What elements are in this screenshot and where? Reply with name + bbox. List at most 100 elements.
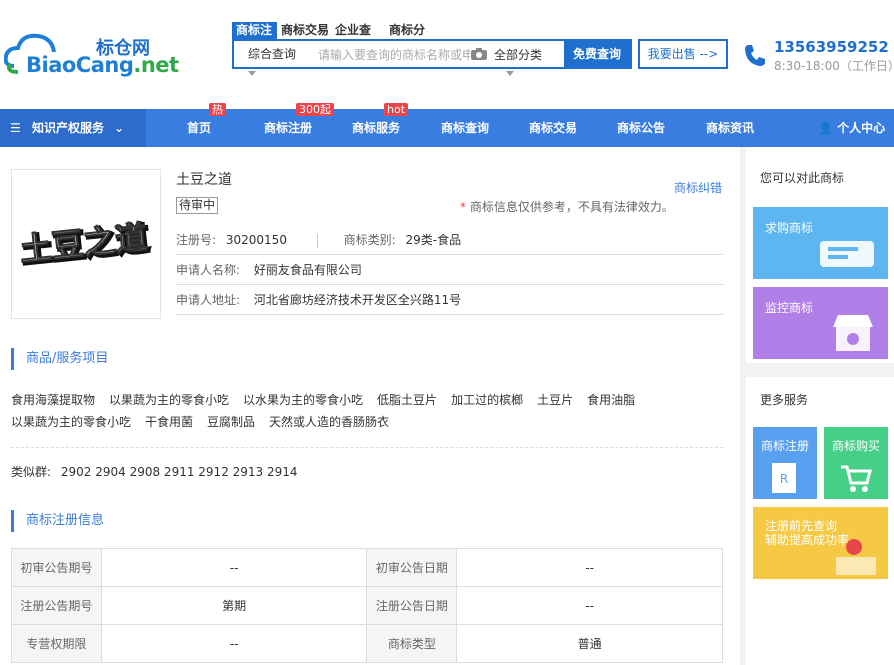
nav-services[interactable]: 商标服务 hot bbox=[352, 103, 409, 147]
document-icon: R bbox=[772, 463, 796, 493]
nav-register[interactable]: 商标注册 300起 bbox=[264, 103, 334, 147]
nav-services-label: 商标服务 bbox=[352, 121, 401, 135]
table-row: 注册公告期号 第期 注册公告日期 -- bbox=[11, 586, 723, 625]
user-center-link[interactable]: 👤 个人中心 bbox=[818, 109, 885, 147]
category-caret-icon bbox=[506, 71, 514, 76]
table-row: 专营权期限 -- 商标类型 普通 bbox=[11, 624, 723, 663]
class-label: 商标类别: bbox=[343, 233, 396, 247]
banner-line1: 注册前先查询 bbox=[765, 519, 838, 533]
phone-number: 13563959252 bbox=[774, 38, 889, 56]
header: 标仓网 BiaoCang.net 商标注 商标交易 企业查 商标分 综合查询 请… bbox=[0, 0, 894, 108]
service-register-card[interactable]: 商标注册 R bbox=[753, 427, 817, 499]
status-badge: 待审中 bbox=[176, 197, 219, 214]
service-register-label: 商标注册 bbox=[760, 439, 809, 453]
goods-item: 天然或人造的香肠肠衣 bbox=[269, 415, 390, 429]
sidebar: 您可以对此商标 求购商标 监控商标 更多服务 商标注册 R 商标购买 注册前先查… bbox=[740, 147, 894, 665]
nav-home[interactable]: 首页 热 bbox=[187, 103, 226, 147]
search-tabs: 商标注 商标交易 企业查 商标分 bbox=[232, 22, 439, 39]
svg-text:土豆之道: 土豆之道 bbox=[18, 218, 149, 269]
table-key: 商标类型 bbox=[366, 624, 458, 663]
trademark-correction-link[interactable]: 商标纠错 bbox=[674, 179, 722, 196]
address-value: 河北省廊坊经济技术开发区全兴路11号 bbox=[253, 293, 462, 307]
sell-button[interactable]: 我要出售 --> bbox=[638, 39, 728, 69]
free-search-button[interactable]: 免费查询 bbox=[564, 41, 630, 67]
goods-item: 豆腐制品 bbox=[207, 415, 256, 429]
ip-services-label: 知识产权服务 bbox=[32, 121, 105, 135]
query-first-banner[interactable]: 注册前先查询 辅助提高成功率 bbox=[753, 507, 888, 579]
price-badge: 300起 bbox=[296, 103, 334, 116]
goods-item: 加工过的槟榔 bbox=[451, 393, 524, 407]
hot-badge: 热 bbox=[209, 103, 226, 116]
goods-item: 土豆片 bbox=[537, 393, 574, 407]
search-tab-company[interactable]: 企业查 bbox=[331, 22, 385, 39]
applicant-value: 好丽友食品有限公司 bbox=[253, 263, 362, 277]
chevron-down-icon: ⌄ bbox=[114, 121, 125, 135]
search-type-select[interactable]: 综合查询 bbox=[234, 41, 310, 67]
applicant-label: 申请人名称: bbox=[176, 263, 241, 277]
table-value: 第期 bbox=[100, 586, 368, 625]
search-tab-register[interactable]: 商标注 bbox=[232, 22, 277, 39]
info-row-address: 申请人地址: 河北省廊坊经济技术开发区全兴路11号 bbox=[176, 285, 723, 315]
address-label: 申请人地址: bbox=[176, 293, 241, 307]
user-center-label: 个人中心 bbox=[837, 121, 886, 135]
user-icon: 👤 bbox=[818, 121, 833, 135]
goods-section-title: 商品/服务项目 bbox=[11, 348, 108, 370]
asterisk-icon: * bbox=[460, 200, 466, 214]
reg-section-title: 商标注册信息 bbox=[11, 510, 104, 532]
reg-no-value: 30200150 bbox=[225, 233, 287, 247]
search-input[interactable]: 请输入要查询的商标名称或申 bbox=[310, 46, 470, 63]
type-caret-icon bbox=[248, 71, 256, 76]
site-logo[interactable]: 标仓网 BiaoCang.net bbox=[4, 22, 179, 84]
nav-announcement[interactable]: 商标公告 bbox=[617, 109, 665, 147]
trademark-name: 土豆之道 bbox=[176, 172, 232, 188]
logo-en-text: BiaoCang.net bbox=[26, 53, 179, 77]
goods-item: 食用海藻提取物 bbox=[11, 393, 96, 407]
main-content: 土豆之道 土豆之道 土豆之道 待审中 商标纠错 * 商标信息仅供参考，不具有法律… bbox=[0, 147, 740, 665]
svg-text:R: R bbox=[780, 472, 788, 486]
table-key: 初审公告期号 bbox=[11, 548, 102, 587]
table-key: 初审公告日期 bbox=[366, 548, 458, 587]
search-tab-trade[interactable]: 商标交易 bbox=[277, 22, 331, 39]
menu-icon: ☰ bbox=[10, 121, 21, 135]
hot-badge: hot bbox=[384, 103, 409, 116]
cart-icon bbox=[841, 465, 872, 492]
category-select[interactable]: 全部分类 bbox=[494, 46, 564, 63]
class-value: 29类-食品 bbox=[405, 233, 462, 247]
search-box: 综合查询 请输入要查询的商标名称或申 全部分类 免费查询 bbox=[232, 39, 632, 69]
actions-title: 您可以对此商标 bbox=[760, 171, 845, 185]
similar-label: 类似群: bbox=[11, 465, 52, 479]
main-nav: ☰ 知识产权服务 ⌄ 首页热 商标注册 300起 商标服务 hot 商标查询 商标交易 … bbox=[0, 103, 894, 147]
more-services-title: 更多服务 bbox=[760, 393, 809, 407]
goods-item: 低脂土豆片 bbox=[377, 393, 438, 407]
trademark-logo-image: 土豆之道 土豆之道 bbox=[17, 217, 152, 272]
nav-query[interactable]: 商标查询 bbox=[441, 109, 489, 147]
search-tab-category[interactable]: 商标分 bbox=[385, 22, 439, 39]
divider bbox=[11, 447, 723, 448]
camera-icon[interactable] bbox=[470, 47, 488, 61]
table-key: 专营权期限 bbox=[11, 624, 102, 663]
nav-trade[interactable]: 商标交易 bbox=[529, 109, 577, 147]
info-row-reg: 注册号: 30200150 商标类别: 29类-食品 bbox=[176, 225, 723, 255]
shop-icon bbox=[833, 315, 873, 351]
monitor-trademark-card[interactable]: 监控商标 bbox=[753, 287, 888, 359]
logo-en-suffix: .net bbox=[133, 53, 179, 77]
service-hours: 8:30-18:00（工作日） bbox=[774, 59, 894, 73]
handshake-icon bbox=[820, 241, 874, 267]
service-buy-card[interactable]: 商标购买 bbox=[824, 427, 888, 499]
table-value: -- bbox=[100, 624, 368, 663]
goods-item: 以果蔬为主的零食小吃 bbox=[109, 393, 230, 407]
buy-trademark-card[interactable]: 求购商标 bbox=[753, 207, 888, 279]
table-row: 初审公告期号 -- 初审公告日期 -- bbox=[11, 548, 723, 587]
table-value: -- bbox=[456, 548, 723, 587]
nav-register-label: 商标注册 bbox=[264, 121, 313, 135]
table-value: -- bbox=[456, 586, 723, 625]
goods-list: 食用海藻提取物 以果蔬为主的零食小吃 以水果为主的零食小吃 低脂土豆片 加工过的槟榔 土豆… bbox=[11, 389, 723, 433]
ip-services-menu[interactable]: ☰ 知识产权服务 ⌄ bbox=[0, 109, 146, 147]
table-key: 注册公告期号 bbox=[11, 586, 102, 625]
similar-groups: 类似群: 2902 2904 2908 2911 2912 2913 2914 bbox=[11, 463, 298, 480]
nav-home-label: 首页 bbox=[187, 121, 212, 135]
monitor-trademark-label: 监控商标 bbox=[765, 301, 814, 315]
phone-icon bbox=[745, 45, 765, 66]
registration-table: 初审公告期号 -- 初审公告日期 -- 注册公告期号 第期 注册公告日期 -- … bbox=[11, 548, 723, 663]
nav-news[interactable]: 商标资讯 bbox=[706, 109, 754, 147]
